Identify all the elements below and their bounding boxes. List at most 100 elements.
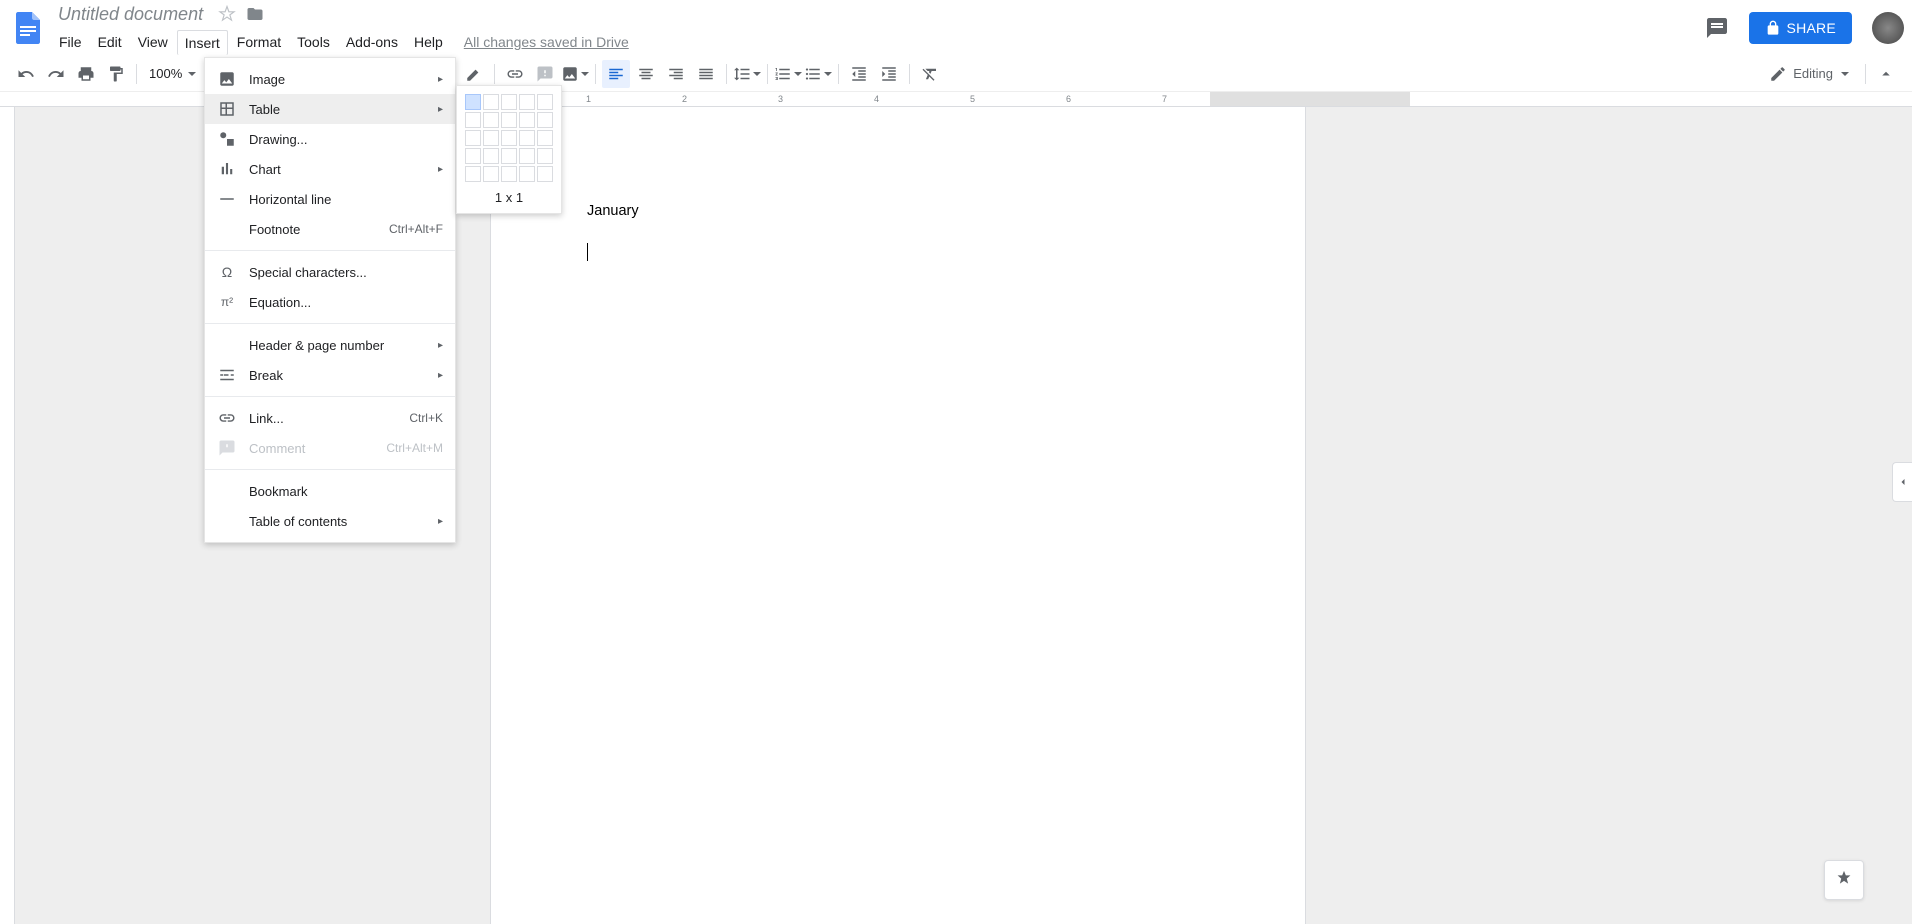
table-cell[interactable]: [465, 112, 481, 128]
hide-menus-button[interactable]: [1872, 60, 1900, 88]
menu-view[interactable]: View: [131, 30, 175, 54]
table-cell[interactable]: [537, 166, 553, 182]
title-area: Untitled document File Edit View Insert …: [48, 2, 1697, 55]
table-cell[interactable]: [537, 148, 553, 164]
table-cell[interactable]: [501, 130, 517, 146]
horizontal-line-icon: [217, 189, 237, 209]
print-button[interactable]: [72, 60, 100, 88]
vertical-ruler[interactable]: [0, 107, 15, 924]
insert-comment-button[interactable]: [531, 60, 559, 88]
table-cell[interactable]: [501, 94, 517, 110]
footnote-icon: [217, 219, 237, 239]
table-cell[interactable]: [483, 148, 499, 164]
menu-item-chart[interactable]: Chart ▸: [205, 154, 455, 184]
increase-indent-button[interactable]: [875, 60, 903, 88]
table-cell[interactable]: [519, 166, 535, 182]
menu-tools[interactable]: Tools: [290, 30, 337, 54]
link-icon: [217, 408, 237, 428]
document-page[interactable]: January: [490, 107, 1306, 924]
zoom-selector[interactable]: 100%: [143, 62, 202, 85]
align-right-button[interactable]: [662, 60, 690, 88]
document-text-line[interactable]: January: [587, 203, 1209, 219]
menu-item-header-page-number[interactable]: Header & page number ▸: [205, 330, 455, 360]
menu-addons[interactable]: Add-ons: [339, 30, 405, 54]
share-button[interactable]: SHARE: [1749, 12, 1852, 44]
chart-icon: [217, 159, 237, 179]
table-cell[interactable]: [537, 94, 553, 110]
menu-item-toc[interactable]: Table of contents ▸: [205, 506, 455, 536]
save-status[interactable]: All changes saved in Drive: [464, 34, 629, 50]
table-cell[interactable]: [519, 112, 535, 128]
menu-item-drawing[interactable]: Drawing...: [205, 124, 455, 154]
menubar: File Edit View Insert Format Tools Add-o…: [52, 30, 1697, 55]
menu-item-special-chars[interactable]: Ω Special characters...: [205, 257, 455, 287]
table-cell[interactable]: [501, 166, 517, 182]
insert-link-button[interactable]: [501, 60, 529, 88]
table-cell[interactable]: [501, 112, 517, 128]
undo-button[interactable]: [12, 60, 40, 88]
table-cell[interactable]: [465, 130, 481, 146]
menu-edit[interactable]: Edit: [91, 30, 129, 54]
menu-item-link[interactable]: Link... Ctrl+K: [205, 403, 455, 433]
folder-icon[interactable]: [245, 4, 265, 24]
menu-item-bookmark[interactable]: Bookmark: [205, 476, 455, 506]
menu-item-comment: Comment Ctrl+Alt+M: [205, 433, 455, 463]
explore-button[interactable]: [1824, 860, 1864, 900]
table-size-picker: 1 x 1: [456, 85, 562, 214]
comments-button[interactable]: [1697, 8, 1737, 48]
comment-icon: [217, 438, 237, 458]
table-cell-1-1[interactable]: [465, 94, 481, 110]
image-icon: [217, 69, 237, 89]
table-cell[interactable]: [483, 130, 499, 146]
highlight-button[interactable]: [460, 60, 488, 88]
table-cell[interactable]: [465, 166, 481, 182]
menu-insert[interactable]: Insert: [177, 30, 228, 55]
star-icon[interactable]: [217, 4, 237, 24]
menu-help[interactable]: Help: [407, 30, 450, 54]
pi-icon: π²: [217, 292, 237, 312]
align-center-button[interactable]: [632, 60, 660, 88]
numbered-list-button[interactable]: [774, 60, 802, 88]
table-size-label: 1 x 1: [465, 190, 553, 205]
table-cell[interactable]: [465, 148, 481, 164]
drawing-icon: [217, 129, 237, 149]
insert-image-button[interactable]: [561, 60, 589, 88]
table-cell[interactable]: [483, 112, 499, 128]
menu-item-horizontal-line[interactable]: Horizontal line: [205, 184, 455, 214]
side-panel-toggle[interactable]: [1892, 462, 1912, 502]
omega-icon: Ω: [217, 262, 237, 282]
menu-item-table[interactable]: Table ▸: [205, 94, 455, 124]
user-avatar[interactable]: [1872, 12, 1904, 44]
clear-formatting-button[interactable]: [916, 60, 944, 88]
align-left-button[interactable]: [602, 60, 630, 88]
redo-button[interactable]: [42, 60, 70, 88]
bulleted-list-button[interactable]: [804, 60, 832, 88]
table-cell[interactable]: [501, 148, 517, 164]
app-header: Untitled document File Edit View Insert …: [0, 0, 1912, 56]
editing-mode-label: Editing: [1793, 66, 1833, 81]
table-cell[interactable]: [519, 130, 535, 146]
insert-dropdown-menu: Image ▸ Table ▸ Drawing... Chart ▸ Horiz…: [204, 57, 456, 543]
menu-item-break[interactable]: Break ▸: [205, 360, 455, 390]
decrease-indent-button[interactable]: [845, 60, 873, 88]
break-icon: [217, 365, 237, 385]
paint-format-button[interactable]: [102, 60, 130, 88]
docs-logo[interactable]: [8, 8, 48, 48]
menu-item-footnote[interactable]: Footnote Ctrl+Alt+F: [205, 214, 455, 244]
table-grid[interactable]: [465, 94, 553, 182]
table-cell[interactable]: [537, 130, 553, 146]
document-title[interactable]: Untitled document: [52, 2, 209, 27]
menu-item-equation[interactable]: π² Equation...: [205, 287, 455, 317]
menu-item-image[interactable]: Image ▸: [205, 64, 455, 94]
table-cell[interactable]: [483, 166, 499, 182]
table-cell[interactable]: [519, 148, 535, 164]
table-cell[interactable]: [519, 94, 535, 110]
header-right: SHARE: [1697, 8, 1904, 48]
menu-format[interactable]: Format: [230, 30, 288, 54]
line-spacing-button[interactable]: [733, 60, 761, 88]
table-cell[interactable]: [537, 112, 553, 128]
align-justify-button[interactable]: [692, 60, 720, 88]
editing-mode-selector[interactable]: Editing: [1759, 61, 1859, 87]
table-cell[interactable]: [483, 94, 499, 110]
menu-file[interactable]: File: [52, 30, 89, 54]
